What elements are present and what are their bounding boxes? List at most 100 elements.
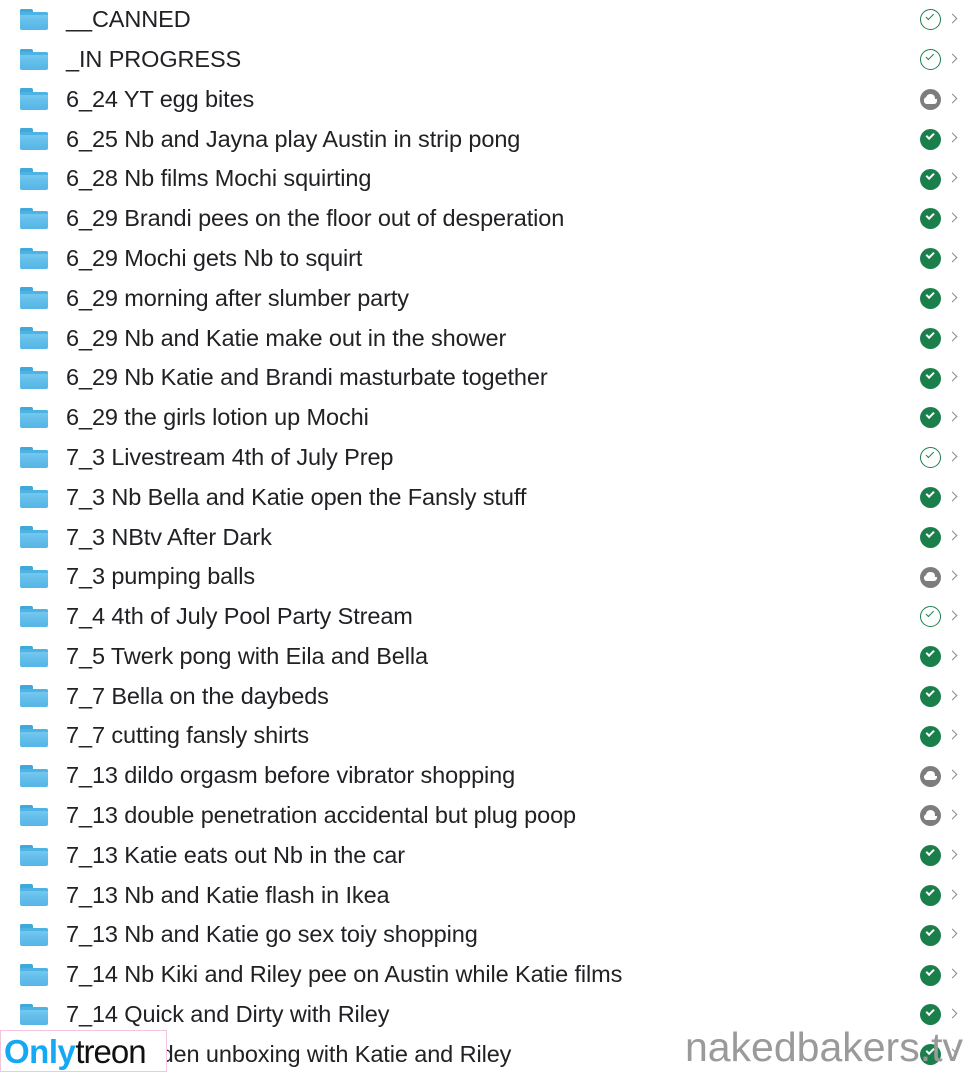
folder-icon — [20, 247, 48, 270]
chevron-right-icon[interactable] — [948, 10, 960, 30]
chevron-right-icon[interactable] — [948, 846, 960, 866]
synced-outline-icon[interactable] — [920, 606, 941, 628]
folder-row[interactable]: 6_29 Nb and Katie make out in the shower — [0, 318, 969, 358]
chevron-right-icon[interactable] — [948, 249, 960, 269]
folder-row[interactable]: __CANNED — [0, 0, 969, 40]
folder-row[interactable]: 7_13 Katie eats out Nb in the car — [0, 836, 969, 876]
synced-filled-icon[interactable] — [920, 1044, 941, 1066]
synced-outline-icon[interactable] — [920, 49, 941, 71]
cloud-icon[interactable] — [920, 765, 941, 787]
folder-icon — [20, 725, 48, 747]
folder-row[interactable]: 7_7 Bella on the daybeds — [0, 677, 969, 717]
folder-row[interactable]: 7_4 4th of July Pool Party Stream — [0, 597, 969, 637]
synced-filled-icon[interactable] — [920, 845, 941, 867]
chevron-right-icon[interactable] — [948, 1005, 960, 1025]
chevron-right-icon[interactable] — [948, 925, 960, 945]
folder-row[interactable]: 7_3 pumping balls — [0, 557, 969, 597]
chevron-right-icon[interactable] — [948, 487, 960, 507]
synced-filled-icon[interactable] — [920, 407, 941, 429]
row-actions — [920, 995, 969, 1035]
folder-icon — [20, 88, 48, 110]
folder-row[interactable]: 7_13 dildo orgasm before vibrator shoppi… — [0, 756, 969, 796]
synced-filled-icon[interactable] — [920, 526, 941, 548]
folder-icon — [20, 645, 48, 668]
synced-filled-icon[interactable] — [920, 486, 941, 508]
synced-filled-icon[interactable] — [920, 287, 941, 309]
folder-icon — [20, 8, 48, 31]
chevron-right-icon[interactable] — [948, 527, 960, 547]
synced-filled-icon[interactable] — [920, 685, 941, 707]
synced-filled-icon[interactable] — [920, 168, 941, 190]
chevron-right-icon[interactable] — [948, 766, 960, 786]
folder-row[interactable]: 6_28 Nb films Mochi squirting — [0, 159, 969, 199]
folder-icon — [20, 367, 48, 389]
cloud-icon[interactable] — [920, 566, 941, 588]
chevron-right-icon[interactable] — [948, 209, 960, 229]
row-actions — [920, 517, 969, 557]
chevron-right-icon[interactable] — [948, 368, 960, 388]
folder-row[interactable]: 6_29 Mochi gets Nb to squirt — [0, 239, 969, 279]
folder-row[interactable]: _IN PROGRESS — [0, 40, 969, 80]
synced-filled-icon[interactable] — [920, 924, 941, 946]
chevron-right-icon[interactable] — [948, 408, 960, 428]
synced-filled-icon[interactable] — [920, 646, 941, 668]
folder-row[interactable]: 6_24 YT egg bites — [0, 80, 969, 120]
chevron-right-icon[interactable] — [948, 965, 960, 985]
folder-icon — [20, 207, 48, 230]
chevron-right-icon[interactable] — [948, 50, 960, 70]
synced-filled-icon[interactable] — [920, 725, 941, 747]
folder-row[interactable]: 7_13 double penetration accidental but p… — [0, 796, 969, 836]
chevron-right-icon[interactable] — [948, 129, 960, 149]
folder-row[interactable]: 7_13 Nb and Katie go sex toiy shopping — [0, 915, 969, 955]
folder-name: 6_28 Nb films Mochi squirting — [66, 165, 372, 192]
synced-outline-icon[interactable] — [920, 9, 941, 31]
chevron-right-icon[interactable] — [948, 607, 960, 627]
row-actions — [920, 318, 969, 358]
synced-filled-icon[interactable] — [920, 964, 941, 986]
synced-outline-icon[interactable] — [920, 447, 941, 469]
chevron-right-icon[interactable] — [948, 567, 960, 587]
folder-row[interactable]: 7_3 Livestream 4th of July Prep — [0, 438, 969, 478]
chevron-right-icon[interactable] — [948, 328, 960, 348]
folder-row[interactable]: 7_14 Nb Kiki and Riley pee on Austin whi… — [0, 955, 969, 995]
chevron-right-icon[interactable] — [948, 288, 960, 308]
folder-row[interactable]: 6_29 Brandi pees on the floor out of des… — [0, 199, 969, 239]
folder-name: 6_29 Brandi pees on the floor out of des… — [66, 205, 565, 232]
chevron-right-icon[interactable] — [948, 89, 960, 109]
chevron-right-icon[interactable] — [948, 726, 960, 746]
synced-filled-icon[interactable] — [920, 208, 941, 230]
folder-row[interactable]: 6_29 Nb Katie and Brandi masturbate toge… — [0, 358, 969, 398]
folder-icon — [20, 327, 48, 349]
synced-filled-icon[interactable] — [920, 1004, 941, 1026]
folder-row[interactable]: 7_3 Nb Bella and Katie open the Fansly s… — [0, 478, 969, 518]
chevron-right-icon[interactable] — [948, 885, 960, 905]
folder-icon — [20, 964, 48, 986]
chevron-right-icon[interactable] — [948, 686, 960, 706]
folder-row[interactable]: 6_29 the girls lotion up Mochi — [0, 398, 969, 438]
chevron-right-icon[interactable] — [948, 806, 960, 826]
folder-name: 7_13 Katie eats out Nb in the car — [66, 841, 405, 868]
folder-row[interactable]: 7_5 Twerk pong with Eila and Bella — [0, 637, 969, 677]
folder-name: 7_13 double penetration accidental but p… — [66, 802, 577, 829]
chevron-right-icon[interactable] — [948, 647, 960, 667]
folder-row[interactable]: 6_29 morning after slumber party — [0, 279, 969, 319]
folder-row[interactable]: 7_13 Nb and Katie flash in Ikea — [0, 876, 969, 916]
synced-filled-icon[interactable] — [920, 128, 941, 150]
folder-row[interactable]: 7_7 cutting fansly shirts — [0, 716, 969, 756]
synced-filled-icon[interactable] — [920, 884, 941, 906]
synced-filled-icon[interactable] — [920, 248, 941, 270]
cloud-icon[interactable] — [920, 88, 941, 110]
synced-filled-icon[interactable] — [920, 367, 941, 389]
folder-icon — [20, 884, 48, 906]
folder-row[interactable]: 7_14 Quick and Dirty with Riley — [0, 995, 969, 1035]
folder-icon — [20, 287, 48, 309]
cloud-icon[interactable] — [920, 805, 941, 827]
folder-name: _IN PROGRESS — [66, 45, 242, 72]
row-actions — [920, 796, 969, 836]
folder-row[interactable]: 6_25 Nb and Jayna play Austin in strip p… — [0, 119, 969, 159]
chevron-right-icon[interactable] — [948, 448, 960, 468]
synced-filled-icon[interactable] — [920, 327, 941, 349]
chevron-right-icon[interactable] — [948, 1045, 960, 1065]
folder-row[interactable]: 7_3 NBtv After Dark — [0, 517, 969, 557]
chevron-right-icon[interactable] — [948, 169, 960, 189]
